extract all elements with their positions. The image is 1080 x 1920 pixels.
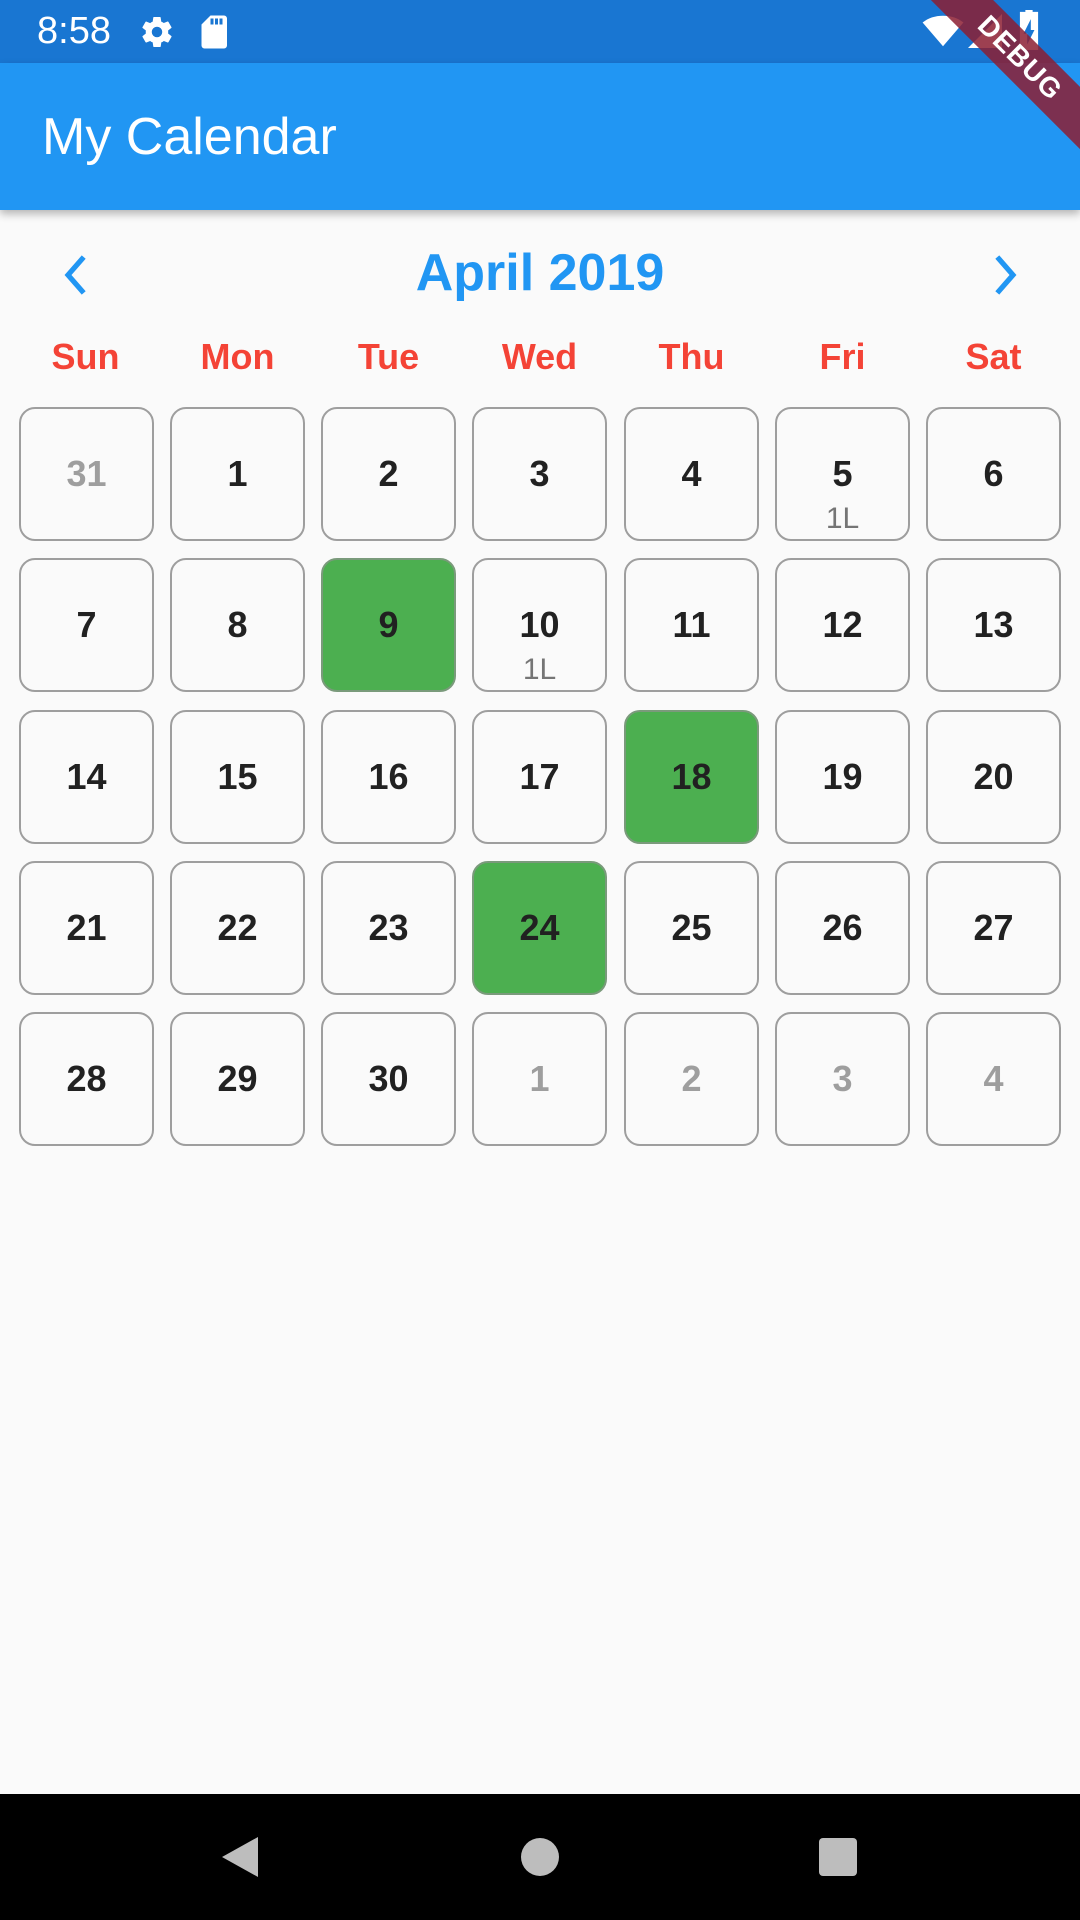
day-number: 2 <box>378 453 399 494</box>
day-cell[interactable]: 11 <box>624 558 759 692</box>
day-cell[interactable]: 4 <box>926 1012 1061 1146</box>
day-cell[interactable]: 3 <box>775 1012 910 1146</box>
day-cell[interactable]: 6 <box>926 407 1061 541</box>
day-cell[interactable]: 24 <box>472 861 607 995</box>
day-cell[interactable]: 31 <box>19 407 154 541</box>
day-number: 10 <box>519 604 560 645</box>
day-number: 20 <box>973 756 1014 797</box>
day-cell[interactable]: 28 <box>19 1012 154 1146</box>
day-cell[interactable]: 3 <box>472 407 607 541</box>
day-number: 14 <box>66 756 107 797</box>
day-cell[interactable]: 12 <box>775 558 910 692</box>
day-number: 28 <box>66 1058 107 1099</box>
system-nav-bar <box>0 1794 1080 1920</box>
day-cell[interactable]: 9 <box>321 558 456 692</box>
day-number: 13 <box>973 604 1014 645</box>
day-cell[interactable]: 16 <box>321 710 456 844</box>
day-number: 24 <box>519 907 560 948</box>
day-number: 1 <box>227 453 248 494</box>
day-cell[interactable]: 14 <box>19 710 154 844</box>
home-circle-icon <box>521 1838 559 1876</box>
day-number: 23 <box>368 907 409 948</box>
day-number: 25 <box>671 907 712 948</box>
day-cell[interactable]: 2 <box>624 1012 759 1146</box>
day-cell[interactable]: 13 <box>926 558 1061 692</box>
day-number: 27 <box>973 907 1014 948</box>
day-number: 4 <box>681 453 702 494</box>
app-bar: My Calendar <box>0 63 1080 210</box>
day-number: 29 <box>217 1058 258 1099</box>
day-cell[interactable]: 23 <box>321 861 456 995</box>
day-cell[interactable]: 8 <box>170 558 305 692</box>
day-number: 3 <box>529 453 550 494</box>
day-cell[interactable]: 7 <box>19 558 154 692</box>
day-cell[interactable]: 19 <box>775 710 910 844</box>
back-button[interactable] <box>210 1827 270 1887</box>
day-number: 7 <box>76 604 97 645</box>
day-cell[interactable]: 22 <box>170 861 305 995</box>
day-number: 9 <box>378 604 399 645</box>
day-cell[interactable]: 21 <box>19 861 154 995</box>
day-cell[interactable]: 5 1L <box>775 407 910 541</box>
day-number: 12 <box>822 604 863 645</box>
day-cell[interactable]: 4 <box>624 407 759 541</box>
day-number: 31 <box>66 453 107 494</box>
recents-square-icon <box>819 1838 857 1876</box>
day-cell[interactable]: 26 <box>775 861 910 995</box>
day-cell[interactable]: 2 <box>321 407 456 541</box>
day-cell[interactable]: 29 <box>170 1012 305 1146</box>
day-number: 22 <box>217 907 258 948</box>
day-cell[interactable]: 1 <box>170 407 305 541</box>
day-number: 30 <box>368 1058 409 1099</box>
day-cell[interactable]: 20 <box>926 710 1061 844</box>
day-number: 21 <box>66 907 107 948</box>
day-number: 17 <box>519 756 560 797</box>
day-number: 19 <box>822 756 863 797</box>
day-cell[interactable]: 17 <box>472 710 607 844</box>
day-number: 1 <box>529 1058 550 1099</box>
day-cell[interactable]: 10 1L <box>472 558 607 692</box>
home-button[interactable] <box>510 1827 570 1887</box>
day-number: 5 <box>832 453 853 494</box>
recents-button[interactable] <box>808 1827 868 1887</box>
day-event-note: 1L <box>522 653 557 686</box>
day-cell[interactable]: 30 <box>321 1012 456 1146</box>
day-number: 26 <box>822 907 863 948</box>
day-number: 2 <box>681 1058 702 1099</box>
day-cell[interactable]: 18 <box>624 710 759 844</box>
day-number: 6 <box>983 453 1004 494</box>
day-cell[interactable]: 27 <box>926 861 1061 995</box>
day-number: 18 <box>671 756 712 797</box>
app-title: My Calendar <box>42 108 337 166</box>
day-number: 15 <box>217 756 258 797</box>
day-number: 8 <box>227 604 248 645</box>
day-number: 11 <box>672 604 711 645</box>
back-triangle-icon <box>222 1837 258 1877</box>
day-number: 4 <box>983 1058 1004 1099</box>
day-cell[interactable]: 15 <box>170 710 305 844</box>
day-cell[interactable]: 25 <box>624 861 759 995</box>
day-number: 16 <box>368 756 409 797</box>
day-number: 3 <box>832 1058 853 1099</box>
day-cell[interactable]: 1 <box>472 1012 607 1146</box>
day-event-note: 1L <box>825 502 860 535</box>
